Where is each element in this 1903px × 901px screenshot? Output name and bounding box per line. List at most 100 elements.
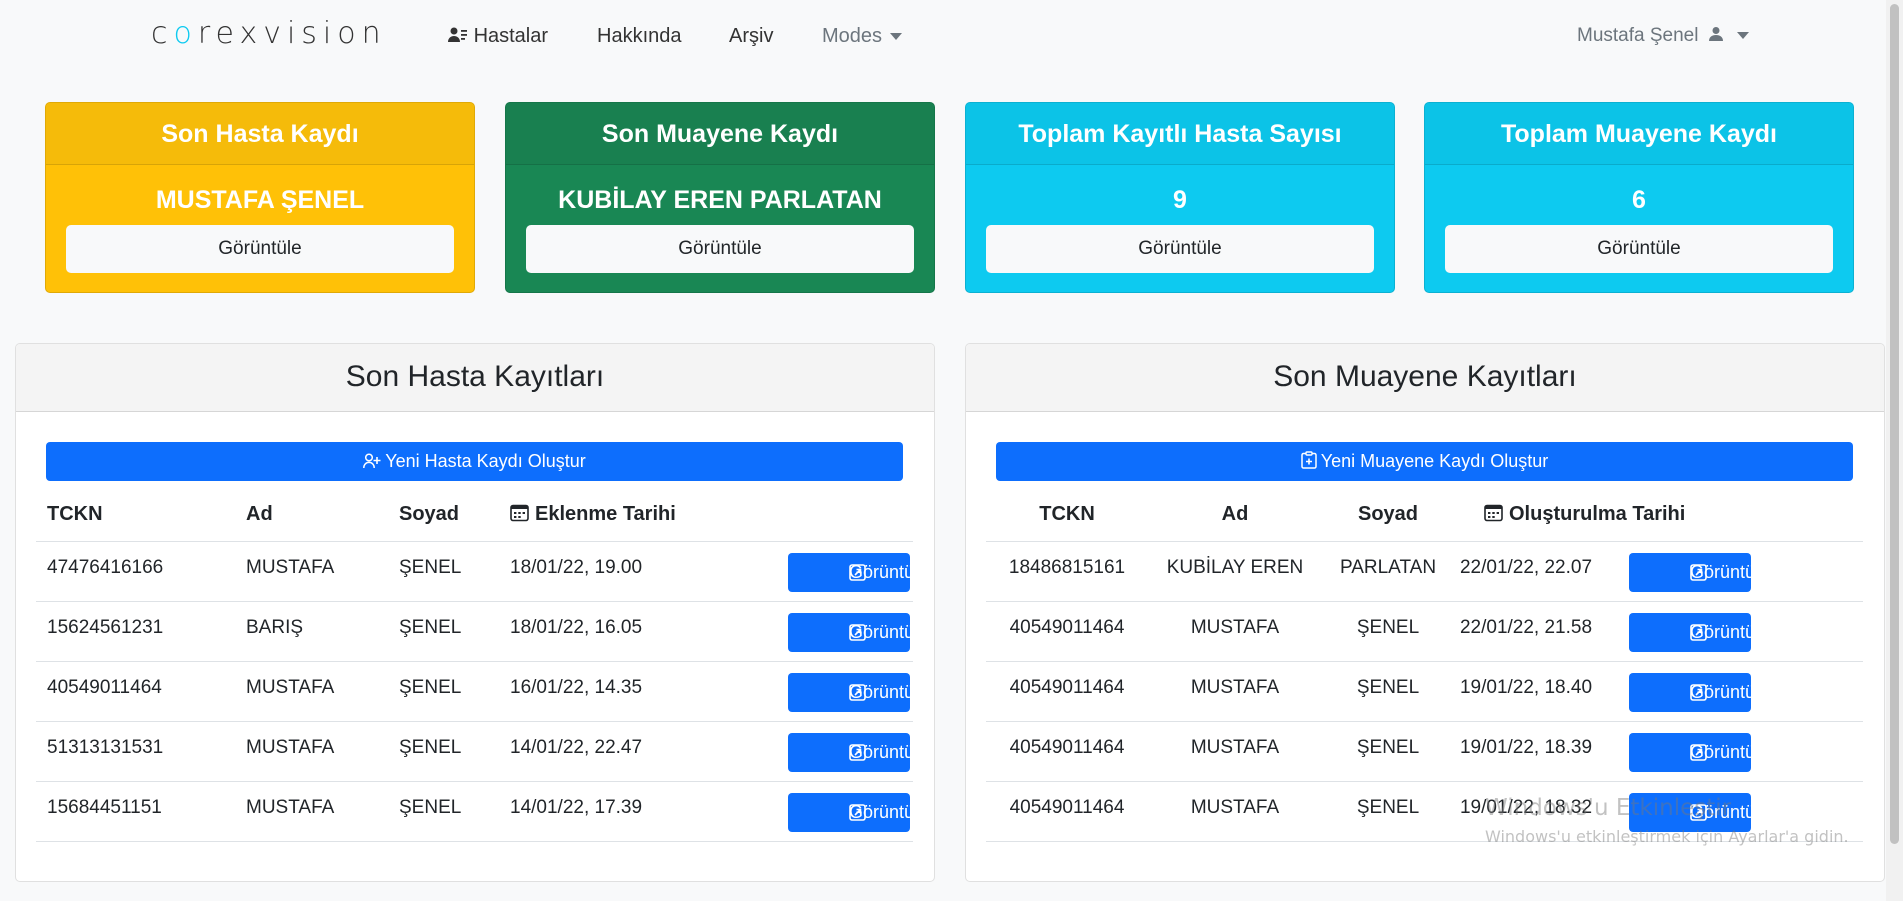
user-menu[interactable]: Mustafa Şenel xyxy=(1577,25,1750,47)
table-row: 40549011464 MUSTAFA ŞENEL 19/01/22, 18.39 Gö… xyxy=(986,721,1863,781)
table-header: TCKN Ad Soyad Oluşturulma Tarihi xyxy=(966,494,1884,534)
card-view-button[interactable]: Görüntüle xyxy=(1445,225,1833,273)
card-view-button[interactable]: Görüntüle xyxy=(66,225,454,273)
nav-hakkinda[interactable]: Hakkında xyxy=(597,25,682,48)
card-last-patient: Son Hasta Kaydı MUSTAFA ŞENEL Görüntüle xyxy=(45,102,475,293)
clipboard-plus-icon xyxy=(1301,451,1321,471)
watermark-title: Windows'u Etkinleştir xyxy=(1485,795,1732,821)
new-exam-button[interactable]: Yeni Muayene Kaydı Oluştur xyxy=(996,442,1853,481)
view-button[interactable]: Görüntüle xyxy=(1629,553,1769,592)
cell-date: 22/01/22, 22.07 xyxy=(1459,557,1593,578)
person-add-icon xyxy=(363,451,385,471)
view-button-label: Görüntüle xyxy=(849,562,929,582)
calendar-icon xyxy=(510,503,535,525)
cell-date: 16/01/22, 14.35 xyxy=(510,677,643,698)
watermark-subtitle: Windows'u etkinleştirmek için Ayarlar'a … xyxy=(1485,827,1849,846)
brand-logo[interactable]: corexvision xyxy=(151,16,387,51)
card-last-exam: Son Muayene Kaydı KUBİLAY EREN PARLATAN … xyxy=(505,102,935,293)
nav-arsiv[interactable]: Arşiv xyxy=(729,25,773,48)
cell-soyad: ŞENEL xyxy=(399,677,462,698)
view-button-label: Görüntüle xyxy=(849,802,929,822)
cell-date: 19/01/22, 18.40 xyxy=(1459,677,1593,698)
cell-date: 18/01/22, 16.05 xyxy=(510,617,643,638)
cell-tckn: 47476416166 xyxy=(47,557,164,578)
col-soyad: Soyad xyxy=(1357,503,1419,525)
table-bottom-border xyxy=(36,841,913,842)
col-date: Eklenme Tarihi xyxy=(510,494,676,534)
view-button-label: Görüntüle xyxy=(1690,682,1770,702)
cell-ad: KUBİLAY EREN xyxy=(1166,557,1304,578)
cell-soyad: ŞENEL xyxy=(399,797,462,818)
cell-tckn: 40549011464 xyxy=(1009,617,1125,638)
cell-soyad: ŞENEL xyxy=(399,617,462,638)
view-button[interactable]: Görüntüle xyxy=(788,733,928,772)
card-value: 9 xyxy=(1173,186,1187,214)
view-button-label: Görüntüle xyxy=(1690,562,1770,582)
table-row: 18486815161 KUBİLAY EREN PARLATAN 22/01/22,… xyxy=(986,541,1863,601)
card-total-patients: Toplam Kayıtlı Hasta Sayısı 9 Görüntüle xyxy=(965,102,1395,293)
card-value: KUBİLAY EREN PARLATAN xyxy=(558,186,882,214)
col-ad: Ad xyxy=(246,503,273,525)
col-date-label: Oluşturulma Tarihi xyxy=(1509,503,1686,525)
col-tckn: TCKN xyxy=(1039,503,1095,525)
cell-ad: MUSTAFA xyxy=(1190,797,1280,818)
card-title: Son Hasta Kaydı xyxy=(46,103,474,165)
col-ad: Ad xyxy=(1221,503,1249,525)
table-header: TCKN Ad Soyad Eklenme Tarihi xyxy=(16,494,934,534)
user-icon xyxy=(1704,25,1724,46)
calendar-icon xyxy=(1484,503,1509,525)
card-value: 6 xyxy=(1632,186,1646,214)
nav-modes-dropdown[interactable]: Modes xyxy=(822,25,903,48)
cell-soyad: ŞENEL xyxy=(1356,797,1420,818)
view-button-label: Görüntüle xyxy=(849,622,929,642)
cell-ad: MUSTAFA xyxy=(1190,677,1280,698)
card-view-button[interactable]: Görüntüle xyxy=(526,225,914,273)
cell-tckn: 15624561231 xyxy=(47,617,164,638)
view-button-label: Görüntüle xyxy=(849,742,929,762)
view-button[interactable]: Görüntüle xyxy=(1629,613,1769,652)
new-patient-label: Yeni Hasta Kaydı Oluştur xyxy=(385,451,586,471)
col-date: Oluşturulma Tarihi xyxy=(1484,494,1685,534)
view-button[interactable]: Görüntüle xyxy=(1629,673,1769,712)
view-button[interactable]: Görüntüle xyxy=(788,613,928,652)
col-soyad: Soyad xyxy=(399,503,460,525)
scrollbar-thumb[interactable] xyxy=(1890,4,1899,844)
windows-activation-watermark: Windows'u Etkinleştir Windows'u etkinleş… xyxy=(1485,795,1849,846)
table-row: 40549011464 MUSTAFA ŞENEL 19/01/22, 18.40 Gö… xyxy=(986,661,1863,721)
new-patient-button[interactable]: Yeni Hasta Kaydı Oluştur xyxy=(46,442,903,481)
cell-tckn: 15684451151 xyxy=(47,797,162,818)
user-name: Mustafa Şenel xyxy=(1577,25,1699,46)
cell-ad: MUSTAFA xyxy=(246,677,335,698)
cell-ad: MUSTAFA xyxy=(246,557,335,578)
col-date-label: Eklenme Tarihi xyxy=(535,503,676,525)
chevron-down-icon xyxy=(1737,32,1750,40)
cell-soyad: ŞENEL xyxy=(399,557,462,578)
cell-tckn: 40549011464 xyxy=(47,677,162,698)
brand-text: corexvision xyxy=(151,16,387,51)
cell-tckn: 18486815161 xyxy=(1008,557,1126,578)
view-button-label: Görüntüle xyxy=(1690,742,1770,762)
table-row: 40549011464 MUSTAFA ŞENEL 22/01/22, 21.58 Gö… xyxy=(986,601,1863,661)
nav-label: Modes xyxy=(822,25,883,47)
view-button[interactable]: Görüntüle xyxy=(788,553,928,592)
nav-hastalar[interactable]: Hastalar xyxy=(448,25,548,48)
view-button-label: Görüntüle xyxy=(849,682,929,702)
card-title: Toplam Muayene Kaydı xyxy=(1425,103,1853,165)
view-button-label: Görüntüle xyxy=(1690,622,1770,642)
table-row: 15624561231 BARIŞ ŞENEL 18/01/22, 16.05 Görü… xyxy=(36,601,928,661)
view-button[interactable]: Görüntüle xyxy=(788,673,928,712)
new-exam-label: Yeni Muayene Kaydı Oluştur xyxy=(1320,451,1549,471)
view-button[interactable]: Görüntüle xyxy=(788,793,928,832)
cell-date: 14/01/22, 22.47 xyxy=(510,737,643,758)
recent-patients-panel: Son Hasta Kayıtları Yeni Hasta Kaydı Olu… xyxy=(15,343,935,882)
table-row: 47476416166 MUSTAFA ŞENEL 18/01/22, 19.00 Gö… xyxy=(36,541,928,601)
page-scrollbar[interactable] xyxy=(1886,0,1903,901)
card-view-button[interactable]: Görüntüle xyxy=(986,225,1374,273)
col-tckn: TCKN xyxy=(47,503,103,525)
view-button[interactable]: Görüntüle xyxy=(1629,733,1769,772)
table-row: 40549011464 MUSTAFA ŞENEL 16/01/22, 14.35 Gö… xyxy=(36,661,928,721)
cell-date: 19/01/22, 18.39 xyxy=(1459,737,1593,758)
cell-soyad: ŞENEL xyxy=(399,737,462,758)
cell-soyad: PARLATAN xyxy=(1339,557,1437,578)
patients-icon xyxy=(448,25,468,47)
